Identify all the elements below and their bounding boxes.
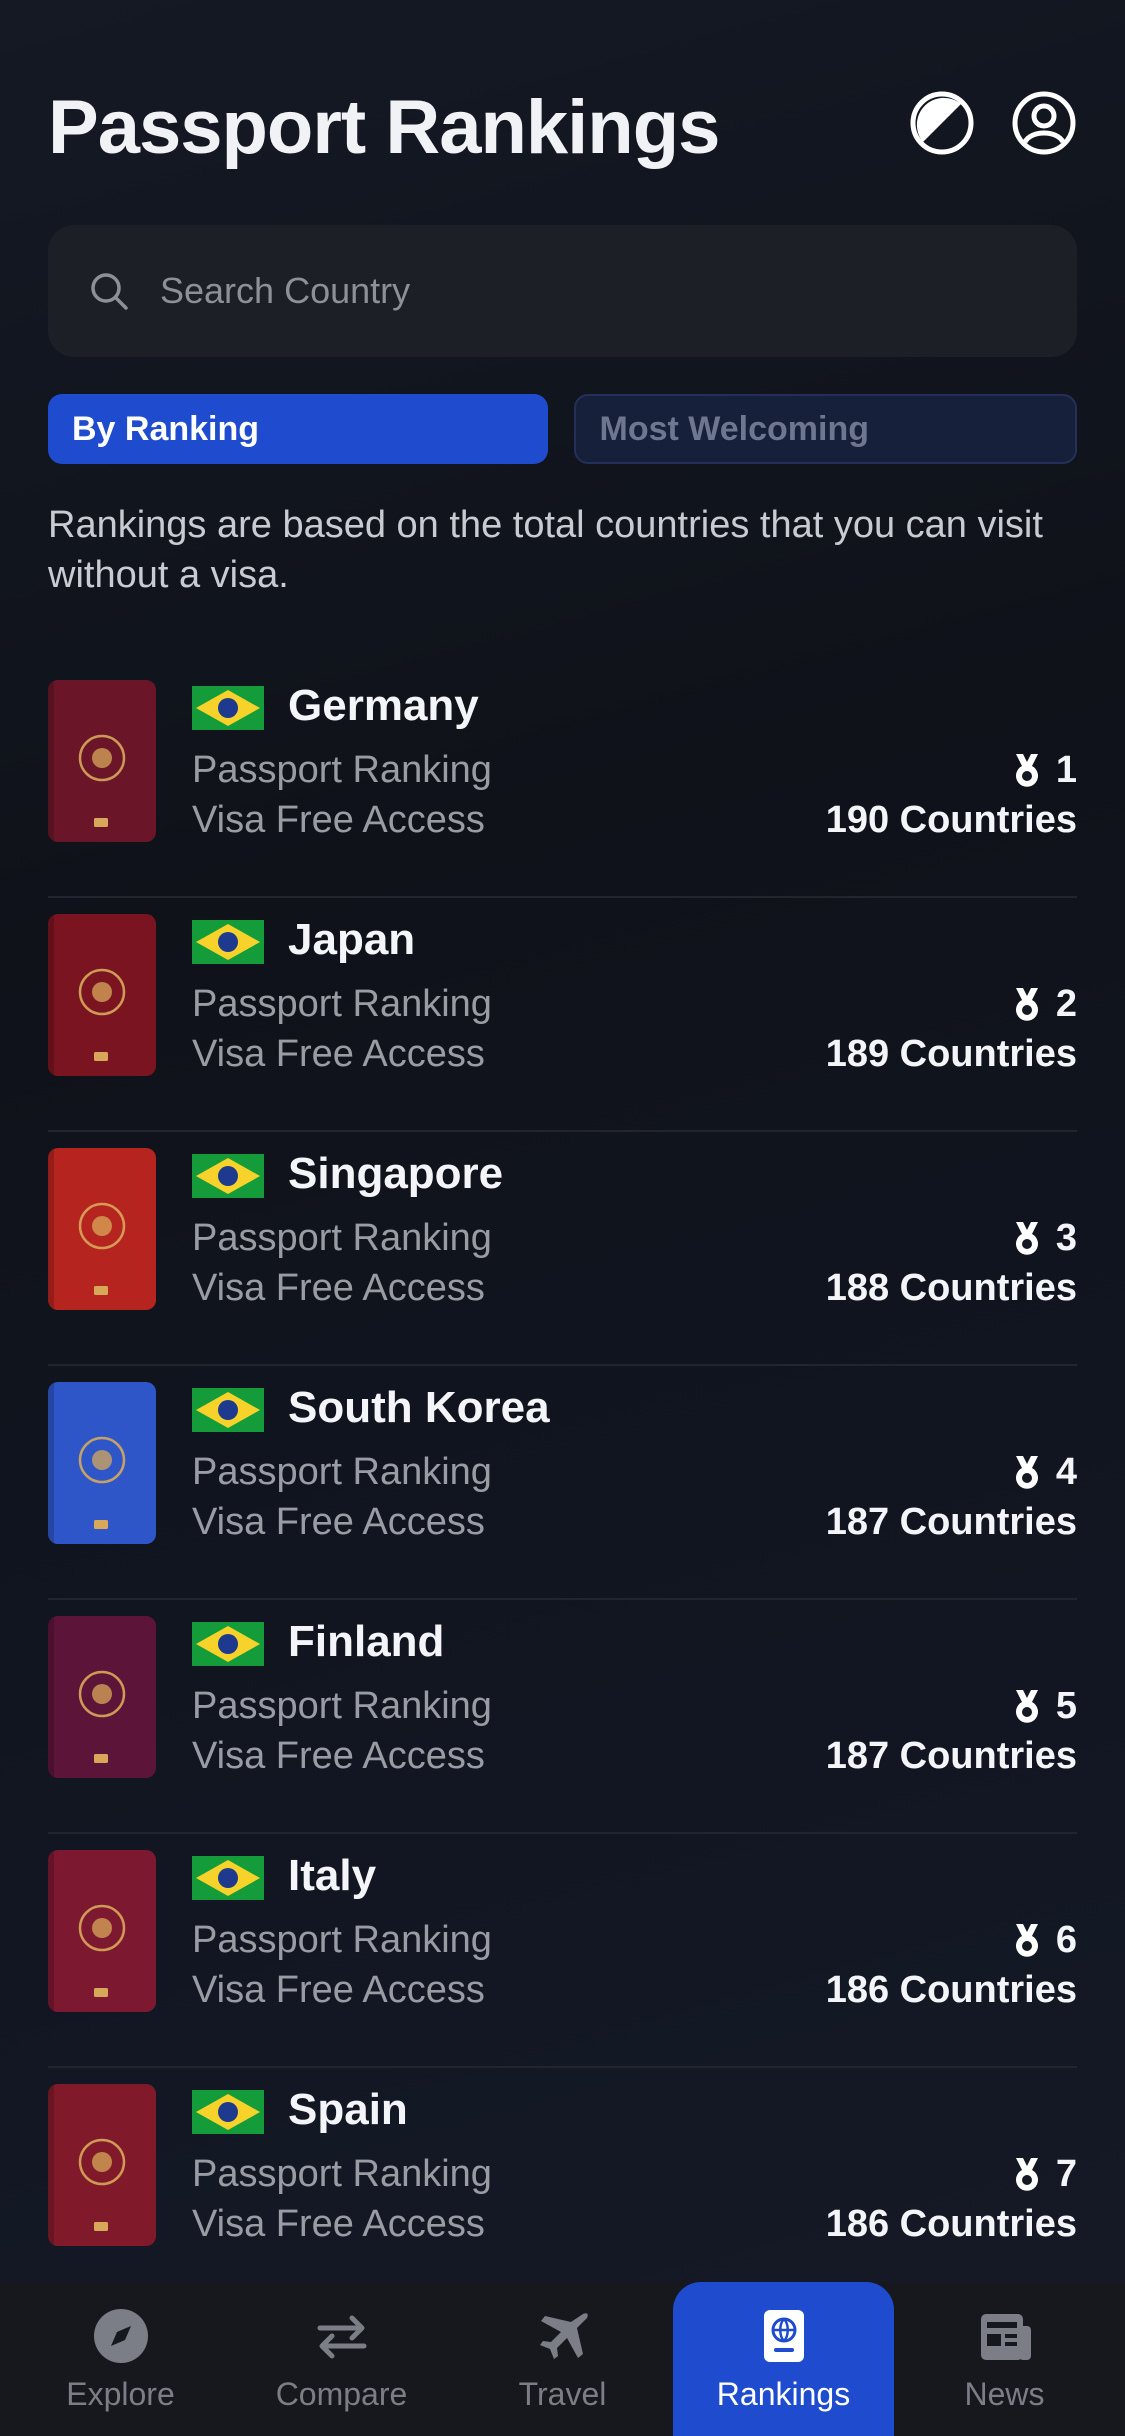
rank-number: 1	[1055, 749, 1077, 791]
flag-icon	[192, 1154, 264, 1198]
flag-icon	[192, 1622, 264, 1666]
ranking-row[interactable]: Germany Passport Ranking Visa Free Acces…	[48, 664, 1077, 898]
rank-number: 7	[1055, 2153, 1077, 2195]
passport-ranking-label: Passport Ranking	[192, 2153, 492, 2195]
passport-cover-image	[48, 1850, 156, 2012]
search-bar[interactable]	[48, 225, 1077, 357]
ranking-row[interactable]: Japan Passport Ranking Visa Free Access …	[48, 898, 1077, 1132]
visa-free-label: Visa Free Access	[192, 1969, 485, 2011]
visa-free-count: 189 Countries	[825, 1033, 1077, 1075]
nav-label: News	[964, 2375, 1045, 2412]
ranking-row[interactable]: Finland Passport Ranking Visa Free Acces…	[48, 1600, 1077, 1834]
airplane-icon	[539, 2312, 588, 2359]
medal-icon	[1015, 1924, 1038, 1957]
flag-icon	[192, 1856, 264, 1900]
passport-ranking-label: Passport Ranking	[192, 1451, 492, 1493]
nav-item-explore[interactable]: Explore	[10, 2282, 231, 2436]
rank-value: 1	[1012, 746, 1077, 794]
visa-free-label: Visa Free Access	[192, 1033, 485, 1075]
ranking-row[interactable]: Singapore Passport Ranking Visa Free Acc…	[48, 1132, 1077, 1366]
visa-free-count: 190 Countries	[825, 799, 1077, 841]
medal-icon	[1015, 2158, 1038, 2191]
visa-free-count: 187 Countries	[825, 1501, 1077, 1543]
nav-item-news[interactable]: News	[894, 2282, 1115, 2436]
passport-ranking-label: Passport Ranking	[192, 983, 492, 1025]
nav-item-travel[interactable]: Travel	[452, 2282, 673, 2436]
visa-free-label: Visa Free Access	[192, 2203, 485, 2245]
nav-item-compare[interactable]: Compare	[231, 2282, 452, 2436]
header-actions	[909, 90, 1077, 156]
country-name: Spain	[288, 2085, 408, 2134]
flag-icon	[192, 2090, 264, 2134]
passport-ranking-label: Passport Ranking	[192, 1919, 492, 1961]
compass-icon	[93, 2308, 148, 2363]
rank-value: 4	[1012, 1448, 1077, 1496]
visa-free-label: Visa Free Access	[192, 799, 485, 841]
rank-number: 5	[1055, 1685, 1077, 1727]
passport-ranking-label: Passport Ranking	[192, 749, 492, 791]
visa-free-label: Visa Free Access	[192, 1267, 485, 1309]
rank-value: 7	[1012, 2150, 1077, 2198]
header: Passport Rankings	[48, 78, 1077, 178]
nav-label: Explore	[66, 2375, 175, 2412]
country-name: Finland	[288, 1617, 445, 1666]
nav-label: Travel	[518, 2375, 607, 2412]
ranking-list: Germany Passport Ranking Visa Free Acces…	[48, 664, 1077, 2302]
passport-ranking-label: Passport Ranking	[192, 1685, 492, 1727]
medal-icon	[1015, 988, 1038, 1021]
rank-value: 6	[1012, 1916, 1077, 1964]
medal-icon	[1015, 1690, 1038, 1723]
flag-icon	[192, 1388, 264, 1432]
flag-icon	[192, 920, 264, 964]
theme-contrast-icon[interactable]	[909, 90, 975, 156]
search-input[interactable]	[160, 270, 1010, 312]
rank-value: 5	[1012, 1682, 1077, 1730]
ranking-row[interactable]: Spain Passport Ranking Visa Free Access …	[48, 2068, 1077, 2302]
flag-icon	[192, 686, 264, 730]
nav-label: Rankings	[716, 2375, 851, 2412]
ranking-row[interactable]: South Korea Passport Ranking Visa Free A…	[48, 1366, 1077, 1600]
arrows-swap-icon	[317, 2315, 366, 2358]
country-name: Japan	[288, 915, 416, 964]
nav-item-rankings[interactable]: Rankings	[673, 2282, 894, 2436]
rank-number: 2	[1055, 983, 1077, 1025]
ranking-row[interactable]: Italy Passport Ranking Visa Free Access …	[48, 1834, 1077, 2068]
search-icon	[91, 273, 128, 310]
passport-ranking-label: Passport Ranking	[192, 1217, 492, 1259]
tab-most-welcoming[interactable]: Most Welcoming	[573, 394, 1077, 464]
passport-cover-image	[48, 2084, 156, 2246]
passport-icon	[763, 2309, 804, 2362]
rankings-description: Rankings are based on the total countrie…	[48, 504, 1043, 596]
visa-free-label: Visa Free Access	[192, 1501, 485, 1543]
bottom-navigation: Explore Compare Travel Rankings News	[0, 2282, 1125, 2436]
passport-cover-image	[48, 1148, 156, 1310]
visa-free-count: 186 Countries	[825, 2203, 1077, 2245]
passport-cover-image	[48, 914, 156, 1076]
rank-value: 2	[1012, 980, 1077, 1028]
passport-cover-image	[48, 1616, 156, 1778]
rank-number: 4	[1055, 1451, 1077, 1493]
country-name: Italy	[288, 1851, 377, 1900]
profile-icon[interactable]	[1011, 90, 1077, 156]
passport-cover-image	[48, 1382, 156, 1544]
medal-icon	[1015, 754, 1038, 787]
passport-cover-image	[48, 680, 156, 842]
visa-free-count: 186 Countries	[825, 1969, 1077, 2011]
medal-icon	[1015, 1222, 1038, 1255]
visa-free-count: 188 Countries	[825, 1267, 1077, 1309]
newspaper-icon	[980, 2313, 1031, 2360]
country-name: Singapore	[288, 1149, 504, 1198]
rank-value: 3	[1012, 1214, 1077, 1262]
country-name: South Korea	[288, 1383, 550, 1432]
rank-number: 3	[1055, 1217, 1077, 1259]
visa-free-count: 187 Countries	[825, 1735, 1077, 1777]
medal-icon	[1015, 1456, 1038, 1489]
rank-number: 6	[1055, 1919, 1077, 1961]
nav-label: Compare	[275, 2375, 408, 2412]
ranking-tabs: By Ranking Most Welcoming	[48, 394, 1077, 464]
visa-free-label: Visa Free Access	[192, 1735, 485, 1777]
country-name: Germany	[288, 681, 479, 730]
tab-by-ranking[interactable]: By Ranking	[48, 394, 548, 464]
